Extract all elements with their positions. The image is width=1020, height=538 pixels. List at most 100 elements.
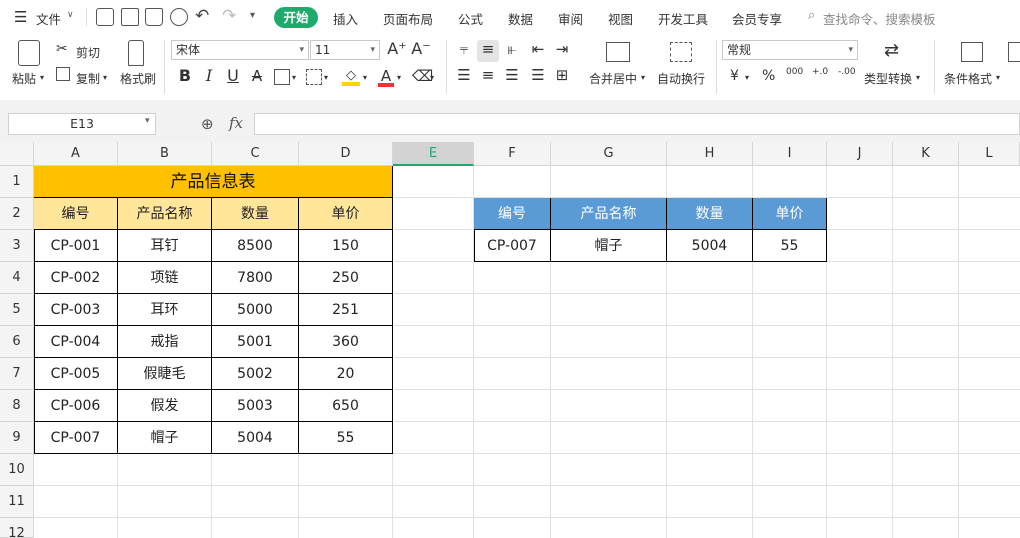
lookup-cell[interactable]: 帽子 [551,230,667,262]
row-header-12[interactable]: 12 [0,518,34,538]
table-cell[interactable]: 5002 [212,358,299,390]
menu-file[interactable]: 文件 [36,9,61,28]
table-cell[interactable]: CP-001 [34,230,118,262]
column-header-d[interactable]: D [299,142,393,166]
increase-indent-icon[interactable]: ⇥ [551,40,573,62]
chevron-down-icon[interactable]: ▾ [324,73,328,82]
print-icon[interactable] [145,8,163,26]
formula-input[interactable] [254,113,1020,135]
table-cell[interactable]: 5003 [212,390,299,422]
lookup-header-cell[interactable]: 单价 [753,198,827,230]
table-cell[interactable]: 5001 [212,326,299,358]
fill-pattern-icon[interactable] [306,69,322,85]
number-format-select[interactable]: 常规 ▾ [722,40,858,60]
lookup-cell[interactable]: 5004 [667,230,753,262]
lookup-header-cell[interactable]: 数量 [667,198,753,230]
redo-icon[interactable]: ↷ [222,6,236,26]
table-title[interactable]: 产品信息表 [34,166,393,198]
header-cell[interactable]: 编号 [34,198,118,230]
paste-button[interactable]: 粘贴 [12,70,36,87]
conditional-format-button[interactable]: 条件格式 [944,70,992,87]
print-preview-icon[interactable] [170,8,188,26]
column-header-b[interactable]: B [118,142,212,166]
tab-view[interactable]: 视图 [608,9,633,28]
function-button[interactable]: fx [229,114,243,132]
tab-formulas[interactable]: 公式 [458,9,483,28]
chevron-down-icon[interactable]: ▾ [145,116,150,126]
command-search[interactable]: 查找命令、搜索模板 [823,9,936,28]
copy-icon[interactable] [56,67,70,81]
chevron-down-icon[interactable]: ▾ [397,73,401,82]
bold-button[interactable]: B [174,67,196,89]
table-cell[interactable]: 20 [299,358,393,390]
row-header-10[interactable]: 10 [0,454,34,486]
column-header-g[interactable]: G [551,142,667,166]
auto-wrap-icon[interactable] [670,42,692,62]
table-style-icon[interactable] [1008,42,1020,62]
chevron-down-icon[interactable]: ▾ [641,73,645,82]
tab-member[interactable]: 会员专享 [732,9,782,28]
table-cell[interactable]: 55 [299,422,393,454]
font-color-icon[interactable]: A [378,67,394,87]
align-center-icon[interactable]: ≡ [477,66,499,88]
hamburger-icon[interactable]: ☰ [14,8,27,26]
table-cell[interactable]: 5000 [212,294,299,326]
table-cell[interactable]: CP-003 [34,294,118,326]
row-header-6[interactable]: 6 [0,326,34,358]
column-header-k[interactable]: K [893,142,959,166]
format-painter-icon[interactable] [128,40,144,66]
tab-start[interactable]: 开始 [274,7,318,28]
align-left-icon[interactable]: ☰ [453,66,475,88]
table-cell[interactable]: 7800 [212,262,299,294]
chevron-down-icon[interactable]: ▾ [745,73,749,82]
tab-insert[interactable]: 插入 [333,9,358,28]
table-cell[interactable]: 戒指 [118,326,212,358]
undo-icon[interactable]: ↶ [195,6,209,26]
chevron-down-icon[interactable]: ▾ [430,73,434,82]
table-cell[interactable]: 假发 [118,390,212,422]
align-bottom-icon[interactable]: ⫦ [501,40,523,62]
row-header-9[interactable]: 9 [0,422,34,454]
chevron-down-icon[interactable]: ∨ [67,10,74,20]
row-header-5[interactable]: 5 [0,294,34,326]
table-cell[interactable]: 帽子 [118,422,212,454]
decrease-decimal-button[interactable]: -.00 [838,67,856,77]
align-top-icon[interactable]: ⫧ [453,40,475,62]
save-icon[interactable] [96,8,114,26]
chevron-down-icon[interactable]: ▾ [363,73,367,82]
table-cell[interactable]: 8500 [212,230,299,262]
row-header-3[interactable]: 3 [0,230,34,262]
table-cell[interactable]: 项链 [118,262,212,294]
table-cell[interactable]: 假睫毛 [118,358,212,390]
distributed-icon[interactable]: ⊞ [551,66,573,88]
row-header-8[interactable]: 8 [0,390,34,422]
table-cell[interactable]: 251 [299,294,393,326]
select-all-corner[interactable] [0,142,34,166]
tab-review[interactable]: 审阅 [558,9,583,28]
header-cell[interactable]: 产品名称 [118,198,212,230]
header-cell[interactable]: 数量 [212,198,299,230]
column-header-a[interactable]: A [34,142,118,166]
format-painter-button[interactable]: 格式刷 [120,70,156,87]
lookup-header-cell[interactable]: 编号 [474,198,551,230]
table-cell[interactable]: 5004 [212,422,299,454]
conditional-format-icon[interactable] [961,42,983,62]
row-header-1[interactable]: 1 [0,166,34,198]
percent-button[interactable]: % [762,68,775,84]
name-box[interactable]: E13 [8,113,156,135]
table-cell[interactable]: CP-007 [34,422,118,454]
merge-center-button[interactable]: 合并居中 [589,70,637,87]
type-convert-icon[interactable]: ⇄ [884,40,899,61]
increase-decimal-button[interactable]: +.0 [812,67,828,77]
column-header-l[interactable]: L [959,142,1020,166]
italic-button[interactable]: I [198,67,220,89]
decrease-font-icon[interactable]: A⁻ [410,40,432,62]
type-convert-button[interactable]: 类型转换 [864,70,912,87]
fill-color-icon[interactable]: ◇ [342,68,360,86]
lookup-cell[interactable]: CP-007 [474,230,551,262]
column-header-j[interactable]: J [827,142,893,166]
table-cell[interactable]: 耳钉 [118,230,212,262]
copy-button[interactable]: 复制 [76,70,100,87]
justify-icon[interactable]: ☰ [527,66,549,88]
font-size-select[interactable]: 11 ▾ [310,40,380,60]
